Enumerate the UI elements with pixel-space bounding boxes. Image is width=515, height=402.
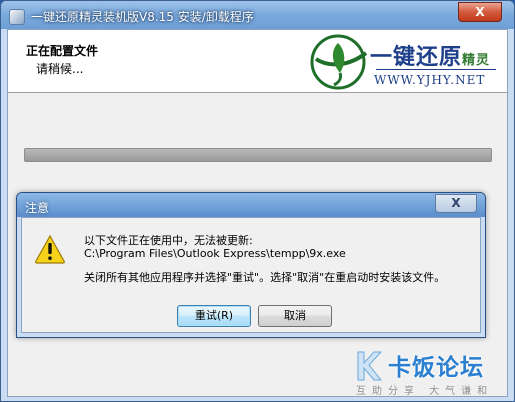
- progress-fill: [25, 149, 491, 161]
- forum-slogan: 互助分享 大气谦和: [356, 386, 494, 397]
- window-close-button[interactable]: X: [458, 2, 502, 22]
- warning-icon: [35, 234, 65, 264]
- dialog-close-button[interactable]: X: [435, 194, 477, 213]
- logo-brand-accent: 精灵: [462, 53, 491, 68]
- message-line-3: 关闭所有其他应用程序并选择"重试"。选择"取消"在重启动时安装该文件。: [84, 271, 446, 284]
- retry-button[interactable]: 重试(R): [177, 305, 251, 327]
- dialog-title-bar[interactable]: 注意 X: [17, 193, 485, 217]
- dialog-body: 以下文件正在使用中，无法被更新: C:\Program Files\Outloo…: [21, 217, 481, 333]
- window-title: 一键还原精灵装机版V8.15 安装/卸载程序: [31, 10, 254, 24]
- logo-url: WWW.YJHY.NET: [374, 73, 486, 87]
- logo-brand-text: 一键还原: [370, 45, 463, 70]
- logo-brand: 一键还原精灵: [370, 39, 490, 71]
- dialog-title: 注意: [25, 201, 50, 215]
- cancel-button[interactable]: 取消: [258, 305, 332, 327]
- installer-window: 一键还原精灵装机版V8.15 安装/卸载程序 X 正在配置文件 请稍候... 一…: [0, 0, 515, 402]
- installer-header: 正在配置文件 请稍候... 一键还原精灵 WWW.YJHY.NET: [8, 30, 507, 93]
- message-line-1: 以下文件正在使用中，无法被更新:: [84, 234, 253, 247]
- logo-divider: [376, 69, 496, 70]
- progress-bar: [24, 148, 492, 162]
- page-subtitle: 请稍候...: [36, 62, 84, 76]
- title-bar[interactable]: 一键还原精灵装机版V8.15 安装/卸载程序 X: [1, 1, 514, 29]
- message-file-path: C:\Program Files\Outlook Express\tempp\9…: [84, 247, 346, 260]
- logo-icon: [310, 34, 368, 90]
- forum-watermark: 卡饭论坛 互助分享 大气谦和: [356, 350, 515, 402]
- forum-logo-icon: [357, 351, 382, 381]
- app-icon: [9, 9, 25, 25]
- page-title: 正在配置文件: [26, 44, 99, 58]
- forum-brand: 卡饭论坛: [388, 355, 484, 381]
- notice-dialog: 注意 X 以下文件正在使用中，无法被更新: C:\Program Files\O…: [16, 192, 486, 338]
